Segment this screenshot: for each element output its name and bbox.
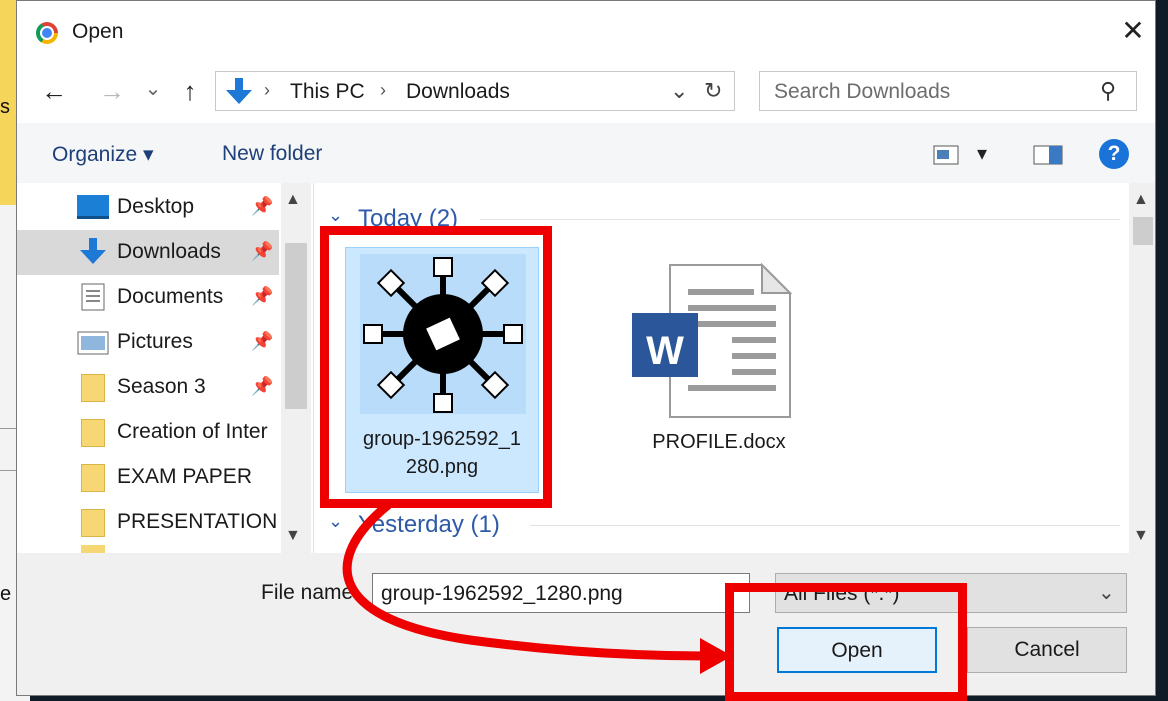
annotation-arrow-icon (342, 500, 732, 674)
